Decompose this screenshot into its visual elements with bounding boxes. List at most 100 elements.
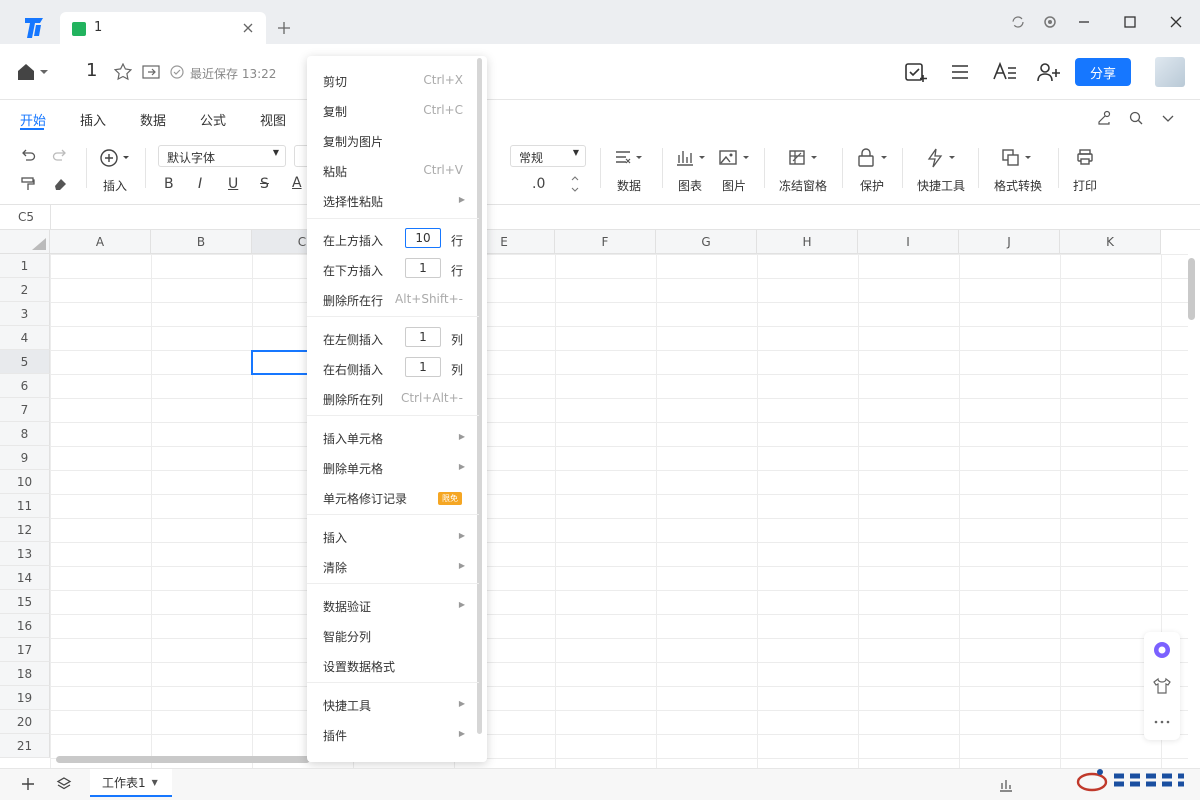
format-painter-toggle-icon[interactable] xyxy=(1096,110,1112,126)
avatar[interactable] xyxy=(1155,57,1185,87)
column-header-f[interactable]: F xyxy=(555,230,656,254)
insert-right-count-input[interactable]: 1 xyxy=(405,357,441,377)
document-tab[interactable]: 1 xyxy=(60,12,266,44)
quick-tools-icon[interactable] xyxy=(925,148,959,168)
print-label[interactable]: 打印 xyxy=(1073,177,1097,194)
row-header-8[interactable]: 8 xyxy=(0,422,50,446)
column-header-i[interactable]: I xyxy=(858,230,959,254)
italic-button[interactable]: I xyxy=(198,176,202,192)
column-header-a[interactable]: A xyxy=(50,230,151,254)
chart-icon[interactable] xyxy=(675,149,709,167)
strikethrough-button[interactable]: S xyxy=(260,176,269,192)
row-header-11[interactable]: 11 xyxy=(0,494,50,518)
menu-item-insert-cells[interactable]: 插入单元格 xyxy=(323,430,383,447)
data-label[interactable]: 数据 xyxy=(617,177,641,194)
horizontal-scrollbar[interactable] xyxy=(56,756,310,763)
move-to-folder-icon[interactable] xyxy=(142,64,160,80)
star-icon[interactable] xyxy=(114,63,132,81)
row-header-13[interactable]: 13 xyxy=(0,542,50,566)
row-header-10[interactable]: 10 xyxy=(0,470,50,494)
row-header-17[interactable]: 17 xyxy=(0,638,50,662)
clear-format-icon[interactable] xyxy=(52,176,68,192)
menu-item-paste[interactable]: 粘贴 xyxy=(323,163,347,180)
freeze-panes-label[interactable]: 冻结窗格 xyxy=(779,177,827,194)
add-collaborator-icon[interactable] xyxy=(1036,61,1062,83)
menu-scrollbar[interactable] xyxy=(477,58,482,734)
maximize-icon[interactable] xyxy=(1122,14,1138,30)
menu-item-insert-left[interactable]: 在左侧插入 xyxy=(323,331,383,348)
theme-shirt-icon[interactable] xyxy=(1152,676,1172,696)
menu-item-cut[interactable]: 剪切 xyxy=(323,73,347,90)
decimal-stepper-icon[interactable] xyxy=(570,174,580,194)
formula-bar[interactable] xyxy=(0,204,1200,230)
menu-item-plugins[interactable]: 插件 xyxy=(323,727,347,744)
insert-below-count-input[interactable]: 1 xyxy=(405,258,441,278)
menu-item-copy-as-image[interactable]: 复制为图片 xyxy=(323,133,383,150)
font-color-button[interactable]: A xyxy=(292,175,302,191)
close-tab-icon[interactable] xyxy=(240,20,256,36)
row-header-9[interactable]: 9 xyxy=(0,446,50,470)
home-icon[interactable] xyxy=(16,62,48,82)
insert-plus-icon[interactable] xyxy=(99,148,133,168)
collapse-ribbon-icon[interactable] xyxy=(1160,110,1176,126)
redo-icon[interactable] xyxy=(52,148,68,164)
column-header-j[interactable]: J xyxy=(959,230,1060,254)
row-header-3[interactable]: 3 xyxy=(0,302,50,326)
image-icon[interactable] xyxy=(719,149,753,167)
row-header-4[interactable]: 4 xyxy=(0,326,50,350)
menu-item-paste-special[interactable]: 选择性粘贴 xyxy=(323,193,383,210)
column-header-g[interactable]: G xyxy=(656,230,757,254)
lock-icon[interactable] xyxy=(857,148,891,168)
quick-tools-label[interactable]: 快捷工具 xyxy=(917,177,965,194)
sync-icon[interactable] xyxy=(1010,14,1026,30)
menu-item-cell-history[interactable]: 单元格修订记录 xyxy=(323,490,407,507)
tab-start[interactable]: 开始 xyxy=(20,110,46,129)
format-convert-label[interactable]: 格式转换 xyxy=(994,177,1042,194)
number-format-select[interactable]: 常规 ▼ xyxy=(510,145,586,167)
menu-item-data-validation[interactable]: 数据验证 xyxy=(323,598,371,615)
select-all-corner[interactable] xyxy=(0,230,50,254)
ai-assistant-icon[interactable] xyxy=(1152,640,1172,660)
row-header-20[interactable]: 20 xyxy=(0,710,50,734)
menu-item-clear[interactable]: 清除 xyxy=(323,559,347,576)
print-icon[interactable] xyxy=(1076,148,1094,166)
freeze-panes-icon[interactable] xyxy=(789,149,823,167)
sheet-list-icon[interactable] xyxy=(56,776,72,792)
row-header-6[interactable]: 6 xyxy=(0,374,50,398)
approve-icon[interactable] xyxy=(904,61,928,83)
minimize-icon[interactable] xyxy=(1076,14,1092,30)
row-header-5[interactable]: 5 xyxy=(0,350,50,374)
undo-icon[interactable] xyxy=(20,148,36,164)
format-convert-icon[interactable] xyxy=(1001,148,1035,168)
sheet-tab-arrow-icon[interactable]: ▼ xyxy=(152,778,158,787)
cell-reference[interactable]: C5 xyxy=(18,210,34,224)
row-header-18[interactable]: 18 xyxy=(0,662,50,686)
insert-label[interactable]: 插入 xyxy=(103,177,127,194)
search-icon[interactable] xyxy=(1128,110,1144,126)
row-header-12[interactable]: 12 xyxy=(0,518,50,542)
text-format-icon[interactable] xyxy=(992,62,1018,82)
settings-icon[interactable] xyxy=(1042,14,1058,30)
column-header-k[interactable]: K xyxy=(1060,230,1161,254)
insert-left-count-input[interactable]: 1 xyxy=(405,327,441,347)
menu-icon[interactable] xyxy=(950,63,970,81)
tab-data[interactable]: 数据 xyxy=(140,110,166,129)
menu-item-quick-tools[interactable]: 快捷工具 xyxy=(323,697,371,714)
menu-item-insert-above[interactable]: 在上方插入 xyxy=(323,232,383,249)
close-window-icon[interactable] xyxy=(1168,14,1184,30)
menu-item-insert-below[interactable]: 在下方插入 xyxy=(323,262,383,279)
row-header-2[interactable]: 2 xyxy=(0,278,50,302)
statistics-icon[interactable] xyxy=(998,777,1014,793)
column-header-b[interactable]: B xyxy=(151,230,252,254)
row-header-19[interactable]: 19 xyxy=(0,686,50,710)
new-tab-icon[interactable] xyxy=(276,20,292,36)
menu-item-delete-cells[interactable]: 删除单元格 xyxy=(323,460,383,477)
more-icon[interactable] xyxy=(1152,712,1172,732)
add-sheet-icon[interactable] xyxy=(20,776,36,792)
menu-item-smart-split[interactable]: 智能分列 xyxy=(323,628,371,645)
spreadsheet-grid[interactable]: ABCDEFGHIJK 1234567891011121314151617181… xyxy=(0,230,1188,768)
doc-name[interactable]: 1 xyxy=(86,60,97,81)
format-painter-icon[interactable] xyxy=(20,176,36,192)
tab-view[interactable]: 视图 xyxy=(260,110,286,129)
vertical-scrollbar[interactable] xyxy=(1188,258,1195,320)
